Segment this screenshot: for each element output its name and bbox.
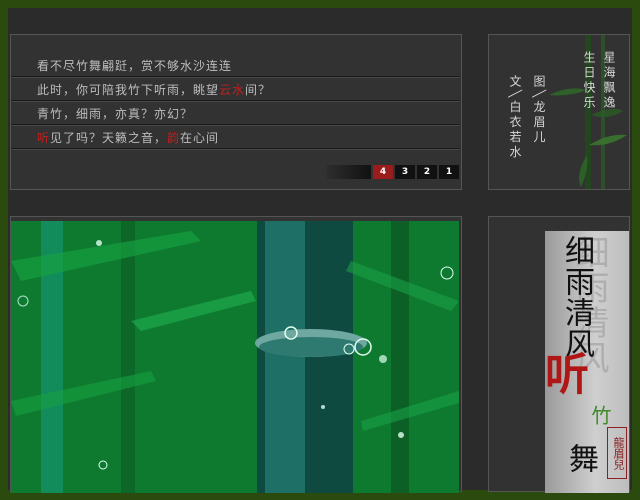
poem-segment: 见了吗？天籁之音， (50, 131, 168, 145)
poem-segment: 在心间 (180, 131, 220, 145)
calligraphy-ting: 听 (537, 351, 588, 396)
poem-line-1: 看不尽竹舞翩跹，赏不够水沙连连 (11, 55, 459, 77)
poem-segment: 青竹，细雨，亦真？亦幻？ (37, 107, 194, 121)
seal-stamp: 龍眉兒 (607, 427, 627, 479)
calligraphy-zhu: 竹 (588, 405, 612, 426)
poem-segment: 此时，你可陪我竹下听雨，眺望 (37, 83, 220, 97)
calligraphy-wu: 舞 (563, 443, 598, 474)
calligraphy-line-1: 细雨清风 (559, 235, 594, 359)
signature-col-1: 星海飘逸 (602, 51, 616, 111)
poem-segment: 云水 (219, 83, 246, 97)
bamboo-forest-image (11, 221, 459, 493)
pager-fade (327, 165, 371, 179)
calligraphy-panel: 细雨清风 细雨清风 听 竹 舞 龍眉兒 (488, 216, 630, 493)
pager: 4 3 2 1 (327, 165, 459, 179)
bamboo-forest-drawing (11, 221, 459, 493)
poem-line-3: 青竹，细雨，亦真？亦幻？ (11, 103, 459, 125)
signature-col-2: 生日快乐 (582, 51, 596, 111)
poem-segment: 间？ (245, 83, 272, 97)
poem-segment: 韵 (167, 131, 181, 145)
page-button-3[interactable]: 3 (395, 165, 415, 179)
page-button-2[interactable]: 2 (417, 165, 437, 179)
signature-panel: 星海飘逸 生日快乐 图╲龙眉儿 文╲白衣若水 (488, 34, 630, 190)
page-button-1[interactable]: 1 (439, 165, 459, 179)
poem-line-2: 此时，你可陪我竹下听雨，眺望云水间？ (11, 79, 459, 101)
signature-col-3: 图╲龙眉儿 (532, 75, 546, 146)
signature-col-4: 文╲白衣若水 (508, 75, 522, 161)
photo-panel (10, 216, 462, 493)
page-button-4[interactable]: 4 (373, 165, 393, 179)
calligraphy-scroll: 细雨清风 细雨清风 听 竹 舞 龍眉兒 (537, 231, 629, 493)
poem-segment: 看不尽竹舞翩跹，赏不够水沙连连 (37, 59, 233, 73)
poem-segment: 听 (37, 131, 51, 145)
poem-line-4: 听见了吗？天籁之音，韵在心间 (11, 127, 459, 149)
poem-panel: 看不尽竹舞翩跹，赏不够水沙连连 此时，你可陪我竹下听雨，眺望云水间？ 青竹，细雨… (10, 34, 462, 190)
